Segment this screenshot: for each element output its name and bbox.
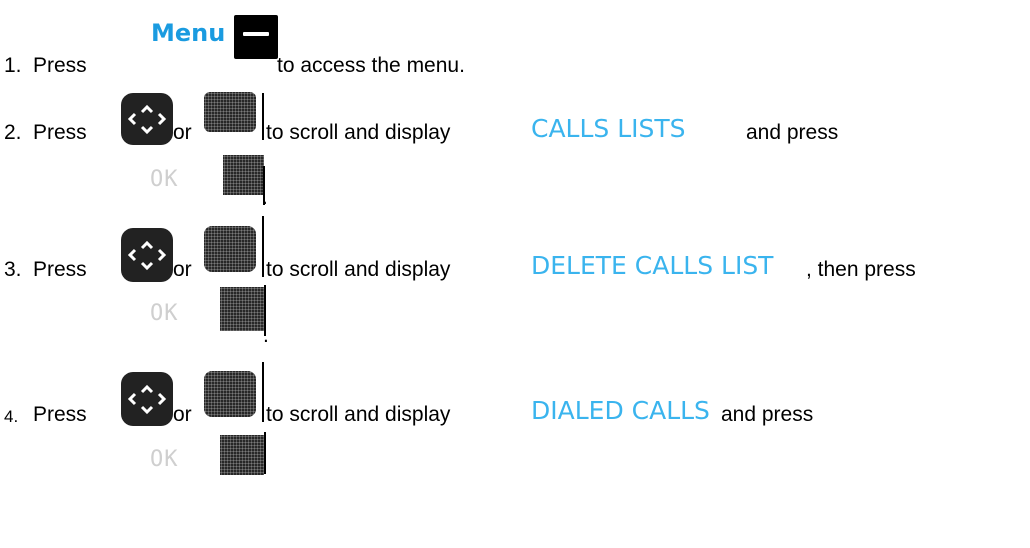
step-2-highlight: CALLS LISTS	[531, 114, 686, 143]
step-3-number: 3.	[4, 258, 22, 281]
step-4-scroll-text: to scroll and display	[266, 403, 451, 426]
menu-label: Menu	[151, 19, 226, 47]
step-4-tail: and press	[721, 403, 814, 426]
step-4-number: 4.	[4, 407, 19, 426]
step-2-scroll-text: to scroll and display	[266, 121, 451, 144]
divider-bar	[262, 362, 264, 422]
step-1-press: Press	[33, 54, 87, 77]
step-2-tail: and press	[746, 121, 839, 144]
ok-softkey-icon	[220, 435, 264, 475]
nav-key-icon	[121, 93, 173, 145]
nav-key-dotted-icon	[204, 371, 256, 417]
step-3-or: or	[173, 258, 192, 281]
step-1-number: 1.	[4, 54, 22, 77]
nav-key-icon	[121, 372, 173, 426]
divider-bar	[262, 216, 264, 277]
step-2-period: .	[262, 186, 268, 209]
ok-label: OK	[150, 447, 179, 472]
ok-softkey-icon	[223, 155, 264, 195]
step-4-highlight: DIALED CALLS	[531, 396, 710, 425]
ok-softkey-icon	[220, 287, 264, 331]
divider-bar	[264, 432, 266, 474]
step-2-press: Press	[33, 121, 87, 144]
step-4-or: or	[173, 403, 192, 426]
menu-softkey-icon	[234, 15, 278, 59]
step-3-period: .	[263, 324, 269, 347]
ok-label: OK	[150, 301, 179, 326]
step-3-press: Press	[33, 258, 87, 281]
step-3-tail: , then press	[806, 258, 916, 281]
step-2-or: or	[173, 121, 192, 144]
nav-key-dotted-icon	[204, 226, 256, 272]
step-4-press: Press	[33, 403, 87, 426]
nav-key-icon	[121, 228, 173, 282]
step-2-number: 2.	[4, 121, 22, 144]
step-3-scroll-text: to scroll and display	[266, 258, 451, 281]
step-1-text: to access the menu.	[277, 54, 465, 77]
step-3-highlight: DELETE CALLS LIST	[531, 251, 774, 280]
divider-bar	[262, 93, 264, 140]
nav-key-dotted-icon	[204, 92, 256, 132]
ok-label: OK	[150, 167, 179, 192]
